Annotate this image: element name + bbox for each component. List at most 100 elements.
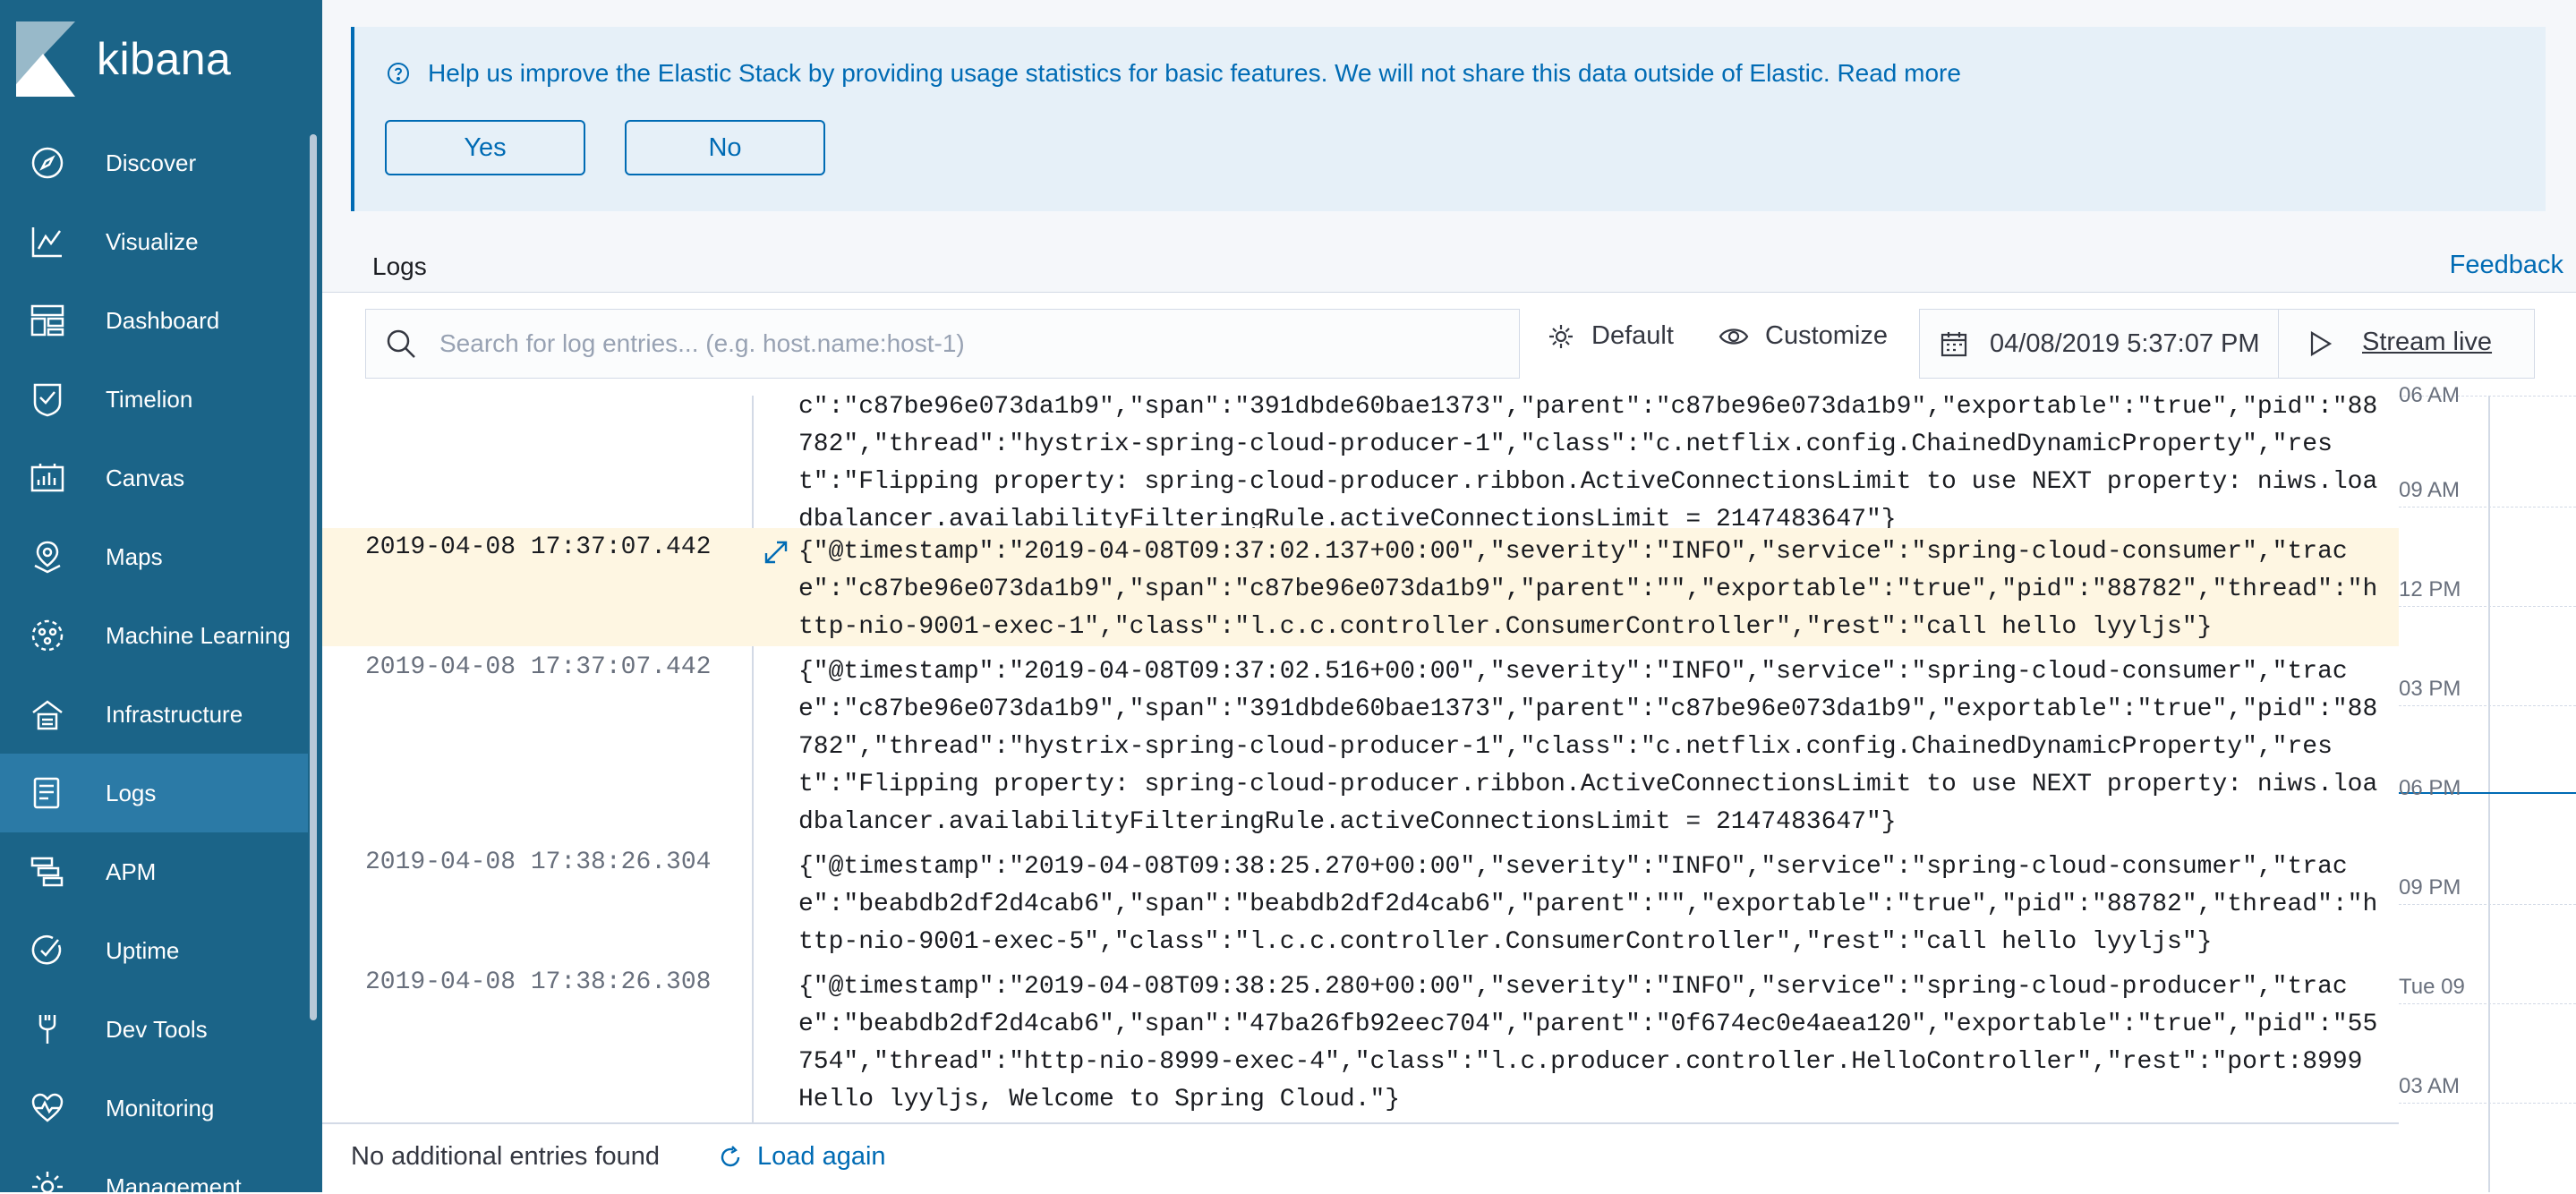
log-line: ttp-nio-9001-exec-5","class":"l.c.c.cont… [798, 928, 2213, 956]
log-line: 782","thread":"hystrix-spring-cloud-prod… [798, 733, 2333, 761]
stream-live-button[interactable]: Stream live [2362, 328, 2492, 357]
sidebar-item-dashboard[interactable]: Dashboard [0, 281, 308, 360]
sidebar-item-label: Logs [106, 779, 157, 806]
help-icon [388, 63, 409, 84]
sidebar-item-uptime[interactable]: Uptime [0, 911, 308, 990]
sidebar-item-apm[interactable]: APM [0, 832, 308, 911]
log-timestamp: 2019-04-08 17:38:26.308 [365, 968, 712, 996]
gear-icon [27, 1166, 68, 1192]
canvas-icon [27, 457, 68, 499]
minimap-label: Tue 09 [2399, 975, 2465, 999]
minimap-label: 06 PM [2399, 776, 2461, 800]
sidebar-item-machine-learning[interactable]: Machine Learning [0, 596, 308, 675]
maps-icon [27, 536, 68, 577]
yes-button[interactable]: Yes [385, 120, 585, 175]
no-button[interactable]: No [625, 120, 825, 175]
sidebar-scrollbar[interactable] [310, 134, 317, 1020]
log-line: t":"Flipping property: spring-cloud-prod… [798, 771, 2378, 798]
app-name: kibana [97, 34, 232, 84]
sidebar-item-logs[interactable]: Logs [0, 754, 308, 832]
infrastructure-icon [27, 694, 68, 735]
default-label: Default [1591, 321, 1674, 350]
log-minimap[interactable]: 06 AM 09 AM 12 PM 03 PM 06 PM 09 PM Tue … [2399, 383, 2576, 1192]
feedback-link[interactable]: Feedback [2450, 251, 2563, 280]
sidebar-item-label: Timelion [106, 385, 193, 413]
log-row[interactable]: 2019-04-08 17:38:26.304 {"@timestamp":"2… [322, 843, 2399, 961]
sidebar-item-label: Discover [106, 149, 197, 176]
text-scale-button[interactable]: Default [1547, 321, 1674, 351]
main-content: Help us improve the Elastic Stack by pro… [322, 0, 2576, 1194]
kibana-logo-icon [16, 21, 75, 97]
search-input[interactable] [438, 328, 1471, 359]
log-row[interactable]: c":"c87be96e073da1b9","span":"391dbde60b… [322, 396, 2399, 533]
eye-icon [1719, 328, 1749, 345]
log-line: {"@timestamp":"2019-04-08T09:38:25.280+0… [798, 973, 2348, 1001]
minimap-label: 09 AM [2399, 478, 2461, 502]
dev-tools-icon [27, 1009, 68, 1050]
sidebar-item-timelion[interactable]: Timelion [0, 360, 308, 439]
sidebar-item-label: Management [106, 1173, 242, 1193]
search-box[interactable] [365, 309, 1520, 379]
log-line: ttp-nio-9001-exec-1","class":"l.c.c.cont… [798, 613, 2213, 641]
log-line: dbalancer.availabilityFilteringRule.acti… [798, 808, 1897, 836]
log-message: {"@timestamp":"2019-04-08T09:37:02.516+0… [798, 653, 2378, 841]
date-picker[interactable]: 04/08/2019 5:37:07 PM Stream live [1919, 309, 2535, 379]
date-value: 04/08/2019 5:37:07 PM [1990, 328, 2260, 358]
log-line: {"@timestamp":"2019-04-08T09:37:02.516+0… [798, 658, 2348, 686]
sidebar-item-label: Visualize [106, 227, 199, 255]
compass-icon [27, 142, 68, 183]
log-line: 754","thread":"http-nio-8999-exec-4","cl… [798, 1048, 2363, 1076]
sidebar-item-label: APM [106, 857, 157, 885]
sidebar-item-label: Maps [106, 542, 163, 570]
minimap-tick [2399, 904, 2576, 905]
log-row[interactable]: 2019-04-08 17:38:26.308 {"@timestamp":"2… [322, 963, 2399, 1122]
visualize-icon [27, 221, 68, 262]
sidebar-item-dev-tools[interactable]: Dev Tools [0, 990, 308, 1069]
sidebar-item-maps[interactable]: Maps [0, 517, 308, 596]
log-line: {"@timestamp":"2019-04-08T09:38:25.270+0… [798, 853, 2348, 881]
customize-label: Customize [1765, 321, 1888, 350]
sidebar-item-discover[interactable]: Discover [0, 124, 308, 202]
gear-icon [1549, 324, 1573, 348]
machine-learning-icon [27, 615, 68, 656]
minimap-label: 03 AM [2399, 1074, 2461, 1098]
sidebar-item-canvas[interactable]: Canvas [0, 439, 308, 517]
sidebar-item-visualize[interactable]: Visualize [0, 202, 308, 281]
minimap-label: 06 AM [2399, 383, 2461, 407]
minimap-tick [2399, 1003, 2576, 1004]
page-title: Logs [372, 252, 427, 280]
kibana-brand[interactable]: kibana [16, 21, 231, 97]
sidebar-item-monitoring[interactable]: Monitoring [0, 1069, 308, 1147]
sidebar-item-label: Monitoring [106, 1094, 215, 1122]
log-row[interactable]: 2019-04-08 17:37:07.442 {"@timestamp":"2… [322, 648, 2399, 841]
sidebar-item-label: Dev Tools [106, 1015, 208, 1043]
log-line: e":"beabdb2df2d4cab6","span":"beabdb2df2… [798, 891, 2378, 918]
telemetry-message: Help us improve the Elastic Stack by pro… [387, 59, 1961, 88]
uptime-icon [27, 930, 68, 971]
sidebar-item-label: Infrastructure [106, 700, 243, 728]
minimap-label: 03 PM [2399, 677, 2461, 701]
sidebar-item-management[interactable]: Management [0, 1147, 308, 1192]
sidebar: kibana Discover Visualize Dashboard Time… [0, 0, 322, 1192]
log-timestamp: 2019-04-08 17:37:07.442 [365, 653, 712, 681]
log-stream[interactable]: c":"c87be96e073da1b9","span":"391dbde60b… [322, 396, 2399, 1122]
minimap-tick [2399, 606, 2576, 607]
expand-icon[interactable] [761, 537, 791, 567]
apm-icon [27, 851, 68, 892]
monitoring-icon [27, 1087, 68, 1129]
customize-button[interactable]: Customize [1719, 321, 1888, 351]
logs-icon [27, 772, 68, 814]
log-timestamp: 2019-04-08 17:37:07.442 [365, 533, 712, 561]
log-line: e":"c87be96e073da1b9","span":"c87be96e07… [798, 576, 2378, 603]
minimap-label: 09 PM [2399, 875, 2461, 900]
minimap-tick [2399, 1103, 2576, 1104]
log-row-highlighted[interactable]: 2019-04-08 17:37:07.442 {"@timestamp":"2… [322, 528, 2399, 646]
sidebar-item-label: Machine Learning [106, 621, 291, 649]
load-again-button[interactable]: Load again [718, 1142, 886, 1172]
sidebar-item-infrastructure[interactable]: Infrastructure [0, 675, 308, 754]
sidebar-item-label: Uptime [106, 936, 180, 964]
calendar-icon [1941, 332, 1967, 357]
divider [2278, 310, 2279, 378]
load-again-label: Load again [757, 1142, 886, 1171]
log-line: e":"beabdb2df2d4cab6","span":"47ba26fb92… [798, 1011, 2378, 1038]
